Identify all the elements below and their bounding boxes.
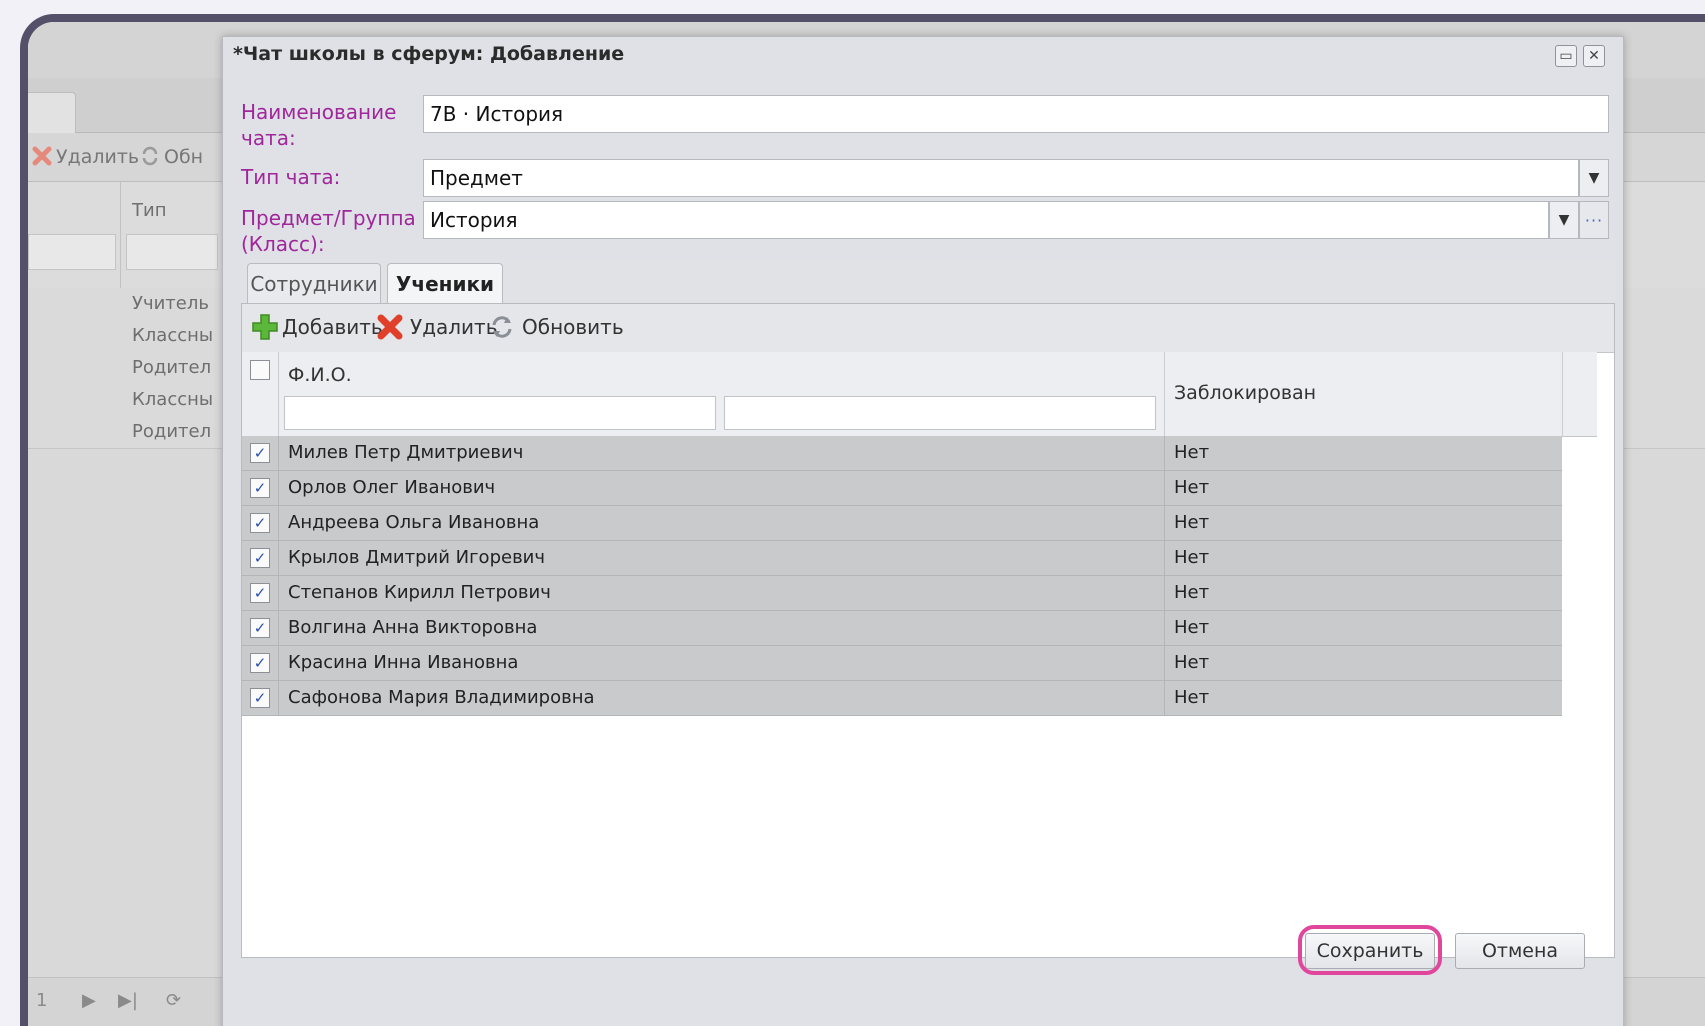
table-row[interactable]: ✓ Волгина Анна Викторовна Нет bbox=[242, 611, 1562, 646]
grid-header: Ф.И.О. Заблокирован bbox=[242, 352, 1562, 437]
student-name: Крылов Дмитрий Игоревич bbox=[288, 547, 546, 568]
student-name: Андреева Ольга Ивановна bbox=[288, 512, 540, 533]
student-name: Красина Инна Ивановна bbox=[288, 652, 519, 673]
table-row[interactable]: ✓ Милев Петр Дмитриевич Нет bbox=[242, 436, 1562, 471]
table-row[interactable]: ✓ Степанов Кирилл Петрович Нет bbox=[242, 576, 1562, 611]
dialog-title: *Чат школы в сферум: Добавление bbox=[233, 43, 625, 65]
subject-group-label: Предмет/Группа (Класс): bbox=[241, 206, 416, 256]
table-row[interactable]: ✓ Орлов Олег Иванович Нет bbox=[242, 471, 1562, 506]
save-button-highlight bbox=[1298, 925, 1442, 975]
grid-toolbar: Добавить Удалить Обновить bbox=[242, 304, 1614, 353]
tab-students[interactable]: Ученики bbox=[387, 263, 503, 304]
student-name: Милев Петр Дмитриевич bbox=[288, 442, 524, 463]
chat-name-label: Наименование чата: bbox=[241, 100, 397, 150]
student-name: Волгина Анна Викторовна bbox=[288, 617, 538, 638]
background-filter[interactable] bbox=[126, 234, 218, 270]
name-filter-input-2[interactable] bbox=[724, 396, 1156, 430]
chat-type-select[interactable]: Предмет bbox=[423, 159, 1579, 197]
chevron-down-icon: ▼ bbox=[1588, 170, 1600, 186]
refresh-icon bbox=[142, 146, 158, 166]
column-header-blocked[interactable]: Заблокирован bbox=[1174, 382, 1316, 404]
close-icon: ✕ bbox=[1588, 48, 1600, 64]
background-delete-button[interactable]: Удалить bbox=[32, 146, 139, 168]
last-page-icon[interactable]: ▶| bbox=[118, 990, 138, 1011]
select-all-checkbox[interactable] bbox=[250, 360, 270, 380]
table-row[interactable]: ✓ Красина Инна Ивановна Нет bbox=[242, 646, 1562, 681]
column-header-name[interactable]: Ф.И.О. bbox=[288, 364, 352, 386]
add-chat-dialog: *Чат школы в сферум: Добавление ▭ ✕ Наим… bbox=[222, 36, 1624, 1026]
name-filter-input[interactable] bbox=[284, 396, 716, 430]
row-checkbox[interactable]: ✓ bbox=[250, 688, 270, 708]
table-row[interactable]: ✓ Сафонова Мария Владимировна Нет bbox=[242, 681, 1562, 716]
background-pager-page: 1 bbox=[36, 990, 48, 1011]
row-checkbox[interactable]: ✓ bbox=[250, 478, 270, 498]
row-checkbox[interactable]: ✓ bbox=[250, 548, 270, 568]
maximize-icon: ▭ bbox=[1559, 48, 1573, 64]
maximize-button[interactable]: ▭ bbox=[1555, 45, 1577, 67]
background-column-type: Тип bbox=[132, 200, 167, 221]
add-button[interactable]: Добавить bbox=[250, 312, 383, 342]
chat-type-label: Тип чата: bbox=[241, 165, 341, 189]
background-refresh-icon[interactable]: ⟳ bbox=[166, 990, 181, 1011]
close-button[interactable]: ✕ bbox=[1583, 45, 1605, 67]
blocked-value: Нет bbox=[1174, 687, 1210, 708]
row-checkbox[interactable]: ✓ bbox=[250, 618, 270, 638]
refresh-button[interactable]: Обновить bbox=[488, 312, 624, 342]
next-page-icon[interactable]: ▶ bbox=[82, 990, 96, 1011]
chat-name-input[interactable]: 7В · История bbox=[423, 95, 1609, 133]
background-refresh-button[interactable]: Обн bbox=[140, 146, 203, 168]
table-row[interactable]: ✓ Андреева Ольга Ивановна Нет bbox=[242, 506, 1562, 541]
student-name: Степанов Кирилл Петрович bbox=[288, 582, 551, 603]
row-checkbox[interactable]: ✓ bbox=[250, 653, 270, 673]
background-filter[interactable] bbox=[28, 234, 116, 270]
chevron-down-icon: ▼ bbox=[1558, 212, 1570, 228]
blocked-value: Нет bbox=[1174, 442, 1210, 463]
blocked-value: Нет bbox=[1174, 617, 1210, 638]
row-checkbox[interactable]: ✓ bbox=[250, 443, 270, 463]
delete-icon bbox=[377, 314, 403, 340]
ellipsis-icon: ··· bbox=[1584, 210, 1604, 230]
blocked-value: Нет bbox=[1174, 512, 1210, 533]
student-name: Орлов Олег Иванович bbox=[288, 477, 496, 498]
subject-group-select[interactable]: История bbox=[423, 201, 1549, 239]
delete-icon bbox=[32, 146, 52, 166]
background-tab[interactable] bbox=[28, 92, 76, 133]
subject-group-picker-button[interactable]: ··· bbox=[1579, 201, 1609, 239]
blocked-value: Нет bbox=[1174, 547, 1210, 568]
cancel-button[interactable]: Отмена bbox=[1455, 933, 1585, 969]
blocked-value: Нет bbox=[1174, 477, 1210, 498]
table-row[interactable]: ✓ Крылов Дмитрий Игоревич Нет bbox=[242, 541, 1562, 576]
tab-staff[interactable]: Сотрудники bbox=[247, 263, 381, 303]
delete-button[interactable]: Удалить bbox=[376, 312, 498, 342]
screen-frame: Удалить Обн Тип Ад Учитель Ст Классны Ор… bbox=[20, 14, 1705, 1026]
blocked-value: Нет bbox=[1174, 582, 1210, 603]
student-name: Сафонова Мария Владимировна bbox=[288, 687, 595, 708]
tab-strip: Сотрудники Ученики bbox=[241, 259, 1615, 304]
add-icon bbox=[252, 314, 278, 340]
refresh-icon bbox=[492, 316, 512, 338]
row-checkbox[interactable]: ✓ bbox=[250, 513, 270, 533]
row-checkbox[interactable]: ✓ bbox=[250, 583, 270, 603]
students-grid-panel: Добавить Удалить Обновить Ф.И.О. Заблоки… bbox=[241, 303, 1615, 958]
chat-type-dropdown-button[interactable]: ▼ bbox=[1579, 159, 1609, 197]
subject-group-dropdown-button[interactable]: ▼ bbox=[1549, 201, 1579, 239]
blocked-value: Нет bbox=[1174, 652, 1210, 673]
